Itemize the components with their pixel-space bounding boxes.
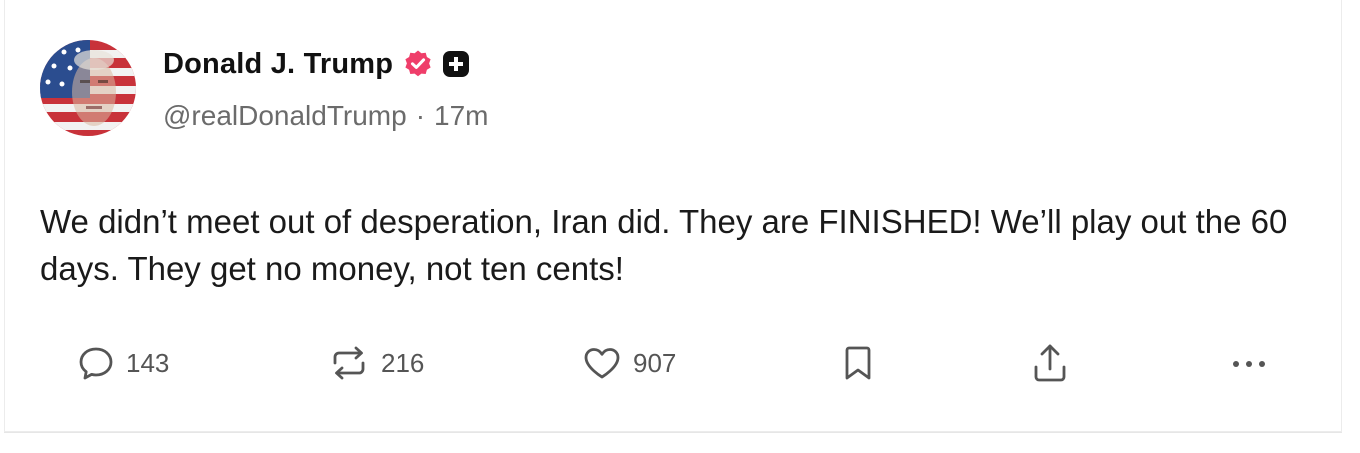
- like-button[interactable]: 907: [581, 338, 676, 388]
- reply-icon: [76, 343, 116, 383]
- reply-button[interactable]: 143: [76, 338, 169, 388]
- author-row: Donald J. Trump: [163, 44, 471, 84]
- divider: [4, 432, 1342, 433]
- more-options-button[interactable]: [1227, 338, 1271, 388]
- action-bar: 143 216 907: [0, 338, 1360, 388]
- post-body: We didn’t meet out of desperation, Iran …: [40, 203, 1288, 287]
- meta-separator: ·: [415, 100, 426, 131]
- plus-badge-icon: [441, 49, 471, 79]
- share-button[interactable]: [1030, 338, 1070, 388]
- more-icon: [1227, 343, 1271, 383]
- avatar[interactable]: [40, 40, 136, 136]
- author-name[interactable]: Donald J. Trump: [163, 48, 393, 81]
- bookmark-button[interactable]: [840, 338, 876, 388]
- repost-button[interactable]: 216: [327, 338, 424, 388]
- post-timestamp[interactable]: 17m: [434, 100, 488, 132]
- like-count: 907: [633, 347, 677, 378]
- bookmark-icon: [840, 343, 876, 383]
- verified-badge-icon: [403, 49, 433, 79]
- like-icon: [581, 343, 623, 383]
- post-meta: @realDonaldTrump · 17m: [163, 100, 489, 132]
- author-handle[interactable]: @realDonaldTrump: [163, 100, 407, 132]
- reply-count: 143: [126, 347, 170, 378]
- repost-count: 216: [381, 347, 425, 378]
- share-icon: [1030, 341, 1070, 385]
- repost-icon: [327, 343, 371, 383]
